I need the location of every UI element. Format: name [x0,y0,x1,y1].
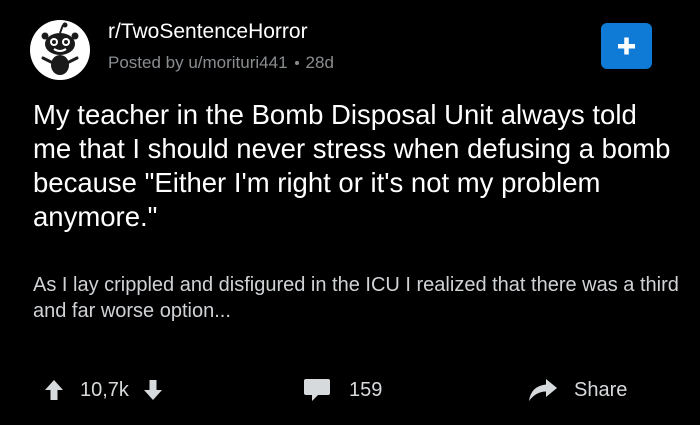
comments-count: 159 [349,378,383,401]
action-bar: 10,7k 159 Share [0,370,700,410]
post-card: r/TwoSentenceHorror Posted by u/morituri… [0,0,700,425]
post-body: As I lay crippled and disfigured in the … [33,274,679,322]
share-label: Share [574,378,628,401]
share-arrow-icon [528,378,558,402]
share-button[interactable]: Share [528,375,627,405]
subreddit-avatar-icon[interactable] [30,20,90,80]
posted-by[interactable]: Posted by u/morituri441 [108,53,288,73]
comments-button[interactable]: 159 [303,375,382,405]
plus-icon [618,37,635,55]
vote-score: 10,7k [80,378,129,401]
post-meta: Posted by u/morituri441 28d [108,53,334,73]
vote-group: 10,7k [44,375,163,405]
subreddit-name[interactable]: r/TwoSentenceHorror [108,20,308,44]
post-age: 28d [305,53,334,72]
arrow-down-icon[interactable] [143,379,163,401]
separator-dot [294,61,299,65]
arrow-up-icon[interactable] [44,379,64,401]
join-button[interactable] [601,23,652,69]
comment-bubble-icon [303,377,331,403]
post-title[interactable]: My teacher in the Bomb Disposal Unit alw… [33,98,673,234]
